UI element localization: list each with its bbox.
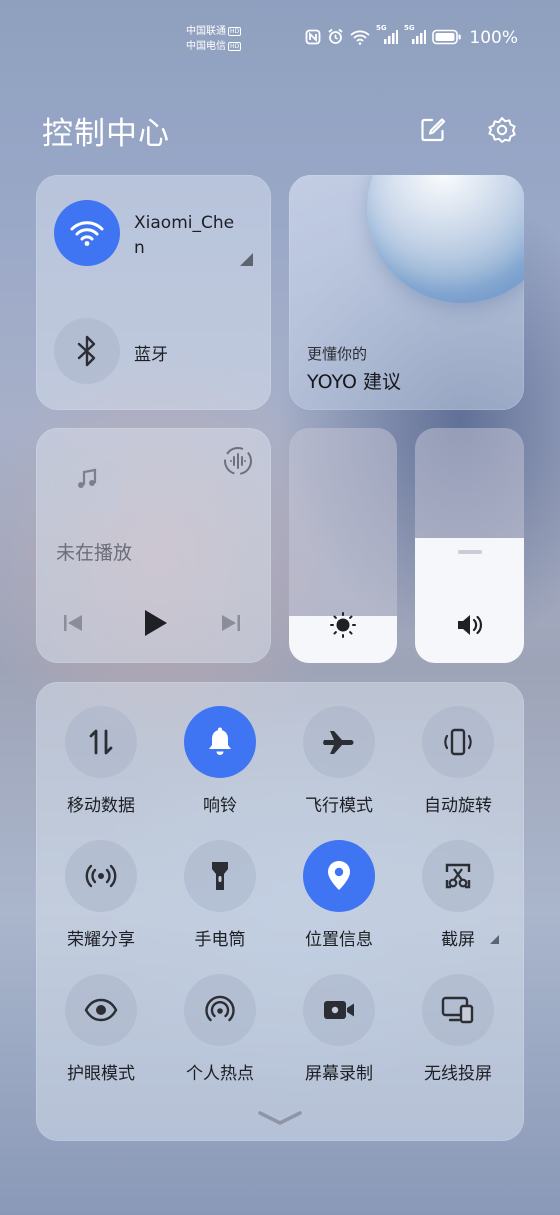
- toggle-label-rotate[interactable]: 自动旋转: [398, 791, 518, 816]
- hotspot-icon: [205, 995, 235, 1022]
- toggle-label-eye[interactable]: 护眼模式: [41, 1059, 161, 1084]
- previous-track-button[interactable]: [62, 612, 84, 638]
- share-icon: [85, 864, 117, 888]
- speaker-icon: [458, 615, 482, 635]
- brightness-slider[interactable]: [289, 428, 397, 663]
- alarm-icon: [328, 28, 343, 44]
- toggle-label-mobile-data[interactable]: 移动数据: [41, 791, 161, 816]
- toggle-cast[interactable]: [422, 974, 494, 1046]
- expand-corner-icon: [240, 253, 253, 266]
- gear-icon: [488, 117, 516, 143]
- edit-button[interactable]: [415, 112, 451, 148]
- yoyo-orb-graphic: [367, 175, 524, 303]
- bluetooth-icon: [77, 335, 96, 367]
- mobile-data-icon: [89, 729, 113, 755]
- battery-percent: 100%: [469, 28, 518, 48]
- carrier-info: 中国联通 HD 中国电信 HD: [186, 24, 242, 54]
- play-icon: [145, 610, 167, 636]
- nfc-icon: [305, 29, 321, 44]
- chevron-down-icon[interactable]: [258, 1110, 302, 1126]
- media-player-card: 未在播放: [36, 428, 271, 663]
- toggle-flashlight[interactable]: [184, 840, 256, 912]
- connectivity-card: Xiaomi_Chen 蓝牙: [36, 175, 271, 410]
- wifi-toggle[interactable]: [54, 200, 120, 266]
- screenshot-icon: [445, 863, 471, 889]
- bell-icon: [209, 727, 231, 755]
- media-status: 未在播放: [56, 542, 133, 564]
- toggle-rotate[interactable]: [422, 706, 494, 778]
- toggle-label-screen-record[interactable]: 屏幕录制: [279, 1059, 399, 1084]
- toggle-label-flashlight[interactable]: 手电筒: [160, 925, 280, 950]
- rotate-icon: [444, 728, 472, 756]
- next-track-button[interactable]: [220, 612, 242, 638]
- audio-output-button[interactable]: [221, 444, 255, 478]
- yoyo-subtitle: 更懂你的: [307, 345, 368, 363]
- toggle-label-location[interactable]: 位置信息: [279, 925, 399, 950]
- toggle-mobile-data[interactable]: [65, 706, 137, 778]
- toggle-label-bell[interactable]: 响铃: [160, 791, 280, 816]
- sun-icon: [330, 612, 356, 638]
- eye-icon: [84, 998, 118, 1022]
- toggle-label-share[interactable]: 荣耀分享: [41, 925, 161, 950]
- wifi-status-icon: [350, 30, 370, 45]
- toggle-eye[interactable]: [65, 974, 137, 1046]
- bluetooth-toggle[interactable]: [54, 318, 120, 384]
- audio-wave-icon: [224, 447, 252, 475]
- toggle-hotspot[interactable]: [184, 974, 256, 1046]
- airplane-icon: [323, 731, 354, 754]
- network-type-2: 5G: [404, 23, 415, 32]
- wifi-network-name[interactable]: Xiaomi_Chen: [134, 211, 244, 261]
- volume-slider[interactable]: [415, 428, 524, 663]
- volume-level: [415, 538, 524, 663]
- hd-badge: HD: [228, 26, 242, 36]
- flashlight-icon: [212, 862, 228, 890]
- next-icon: [222, 615, 240, 631]
- toggle-label-cast[interactable]: 无线投屏: [398, 1059, 518, 1084]
- quick-toggles-panel: 移动数据 响铃 飞行模式 自动旋转荣耀分享 手电筒 位置信息 截屏护眼模式 个人热点 屏幕录制无…: [36, 682, 524, 1141]
- previous-icon: [64, 615, 82, 631]
- toggle-screenshot[interactable]: [422, 840, 494, 912]
- toggle-share[interactable]: [65, 840, 137, 912]
- signal-1-icon: 5G: [376, 24, 398, 45]
- page-title: 控制中心: [42, 116, 170, 152]
- toggle-label-airplane[interactable]: 飞行模式: [279, 791, 399, 816]
- toggle-bell[interactable]: [184, 706, 256, 778]
- yoyo-suggestion-card[interactable]: 更懂你的 YOYO 建议: [289, 175, 524, 410]
- bluetooth-label[interactable]: 蓝牙: [134, 340, 168, 365]
- network-type-1: 5G: [376, 23, 387, 32]
- location-icon: [328, 861, 350, 890]
- volume-handle[interactable]: [458, 550, 482, 554]
- carrier-2: 中国电信: [186, 41, 226, 52]
- expand-corner-icon: [490, 935, 499, 944]
- hd-badge: HD: [228, 41, 242, 51]
- signal-2-icon: 5G: [404, 24, 426, 45]
- toggle-airplane[interactable]: [303, 706, 375, 778]
- edit-icon: [421, 118, 446, 142]
- play-button[interactable]: [141, 608, 169, 642]
- toggle-screen-record[interactable]: [303, 974, 375, 1046]
- music-note-icon: [77, 468, 96, 488]
- settings-button[interactable]: [484, 112, 520, 148]
- battery-icon: [432, 29, 461, 44]
- wifi-icon: [70, 221, 104, 246]
- carrier-1: 中国联通: [186, 26, 226, 37]
- album-art: [54, 446, 119, 511]
- yoyo-title: YOYO 建议: [307, 371, 402, 393]
- toggle-label-hotspot[interactable]: 个人热点: [160, 1059, 280, 1084]
- toggle-label-screenshot[interactable]: 截屏: [398, 925, 518, 950]
- status-icons: 5G 5G: [305, 24, 462, 45]
- status-bar: 中国联通 HD 中国电信 HD 5G 5G 100%: [0, 22, 560, 56]
- toggle-location[interactable]: [303, 840, 375, 912]
- screen-record-icon: [324, 1001, 354, 1019]
- cast-icon: [441, 996, 474, 1024]
